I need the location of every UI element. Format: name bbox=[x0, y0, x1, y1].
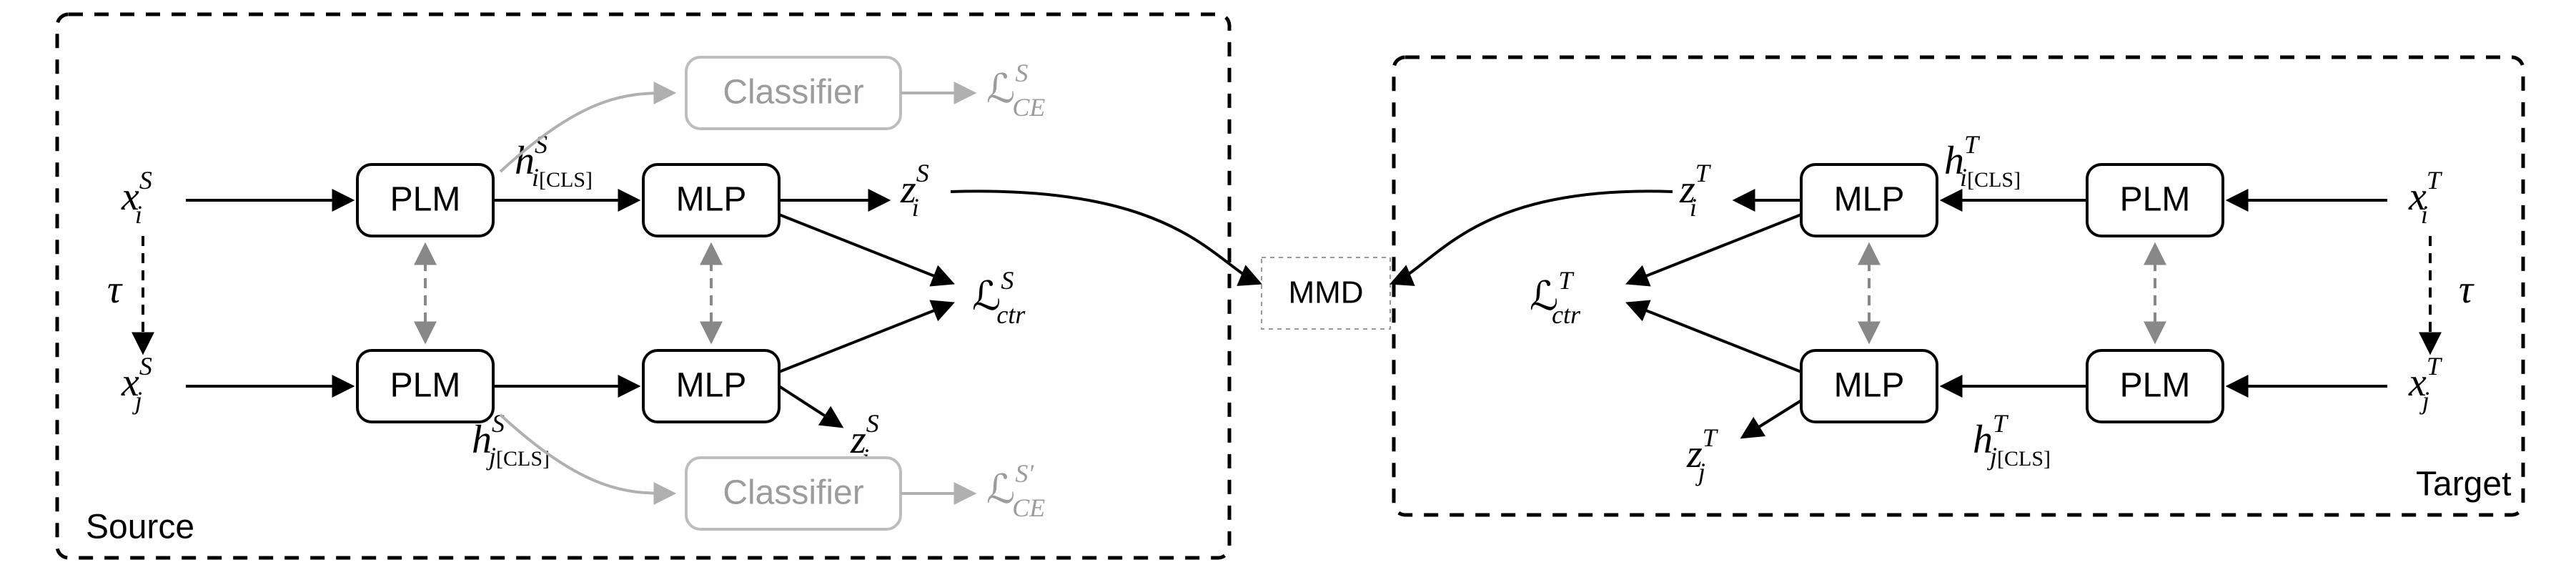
x-i-T: xTi bbox=[2408, 166, 2443, 229]
tgt-to-ctr-top bbox=[1630, 215, 1801, 282]
L-ctr-S: ℒSctr bbox=[972, 266, 1026, 329]
source-label: Source bbox=[86, 508, 194, 546]
diagram-svg: Source Target xSi τ xSj PLM PLM hSi[CLS]… bbox=[0, 0, 2576, 575]
classifier-bot-label: Classifier bbox=[723, 474, 863, 512]
tgt-z-to-mmd bbox=[1394, 191, 1673, 282]
src-to-ctr-top bbox=[779, 215, 951, 282]
L-CE-Sp: ℒS′CE bbox=[986, 459, 1045, 522]
plm-top-src-label: PLM bbox=[390, 181, 461, 219]
mlp-top-src-label: MLP bbox=[676, 181, 747, 219]
src-to-ctr-bot bbox=[779, 304, 951, 372]
src-mlp-j-out bbox=[779, 386, 840, 426]
mlp-bot-tgt-label: MLP bbox=[1834, 367, 1905, 405]
x-i-S: xSi bbox=[121, 166, 152, 229]
plm-top-tgt-label: PLM bbox=[2120, 181, 2191, 219]
tau-source: τ bbox=[107, 267, 123, 312]
z-i-S: zSi bbox=[900, 159, 929, 222]
x-j-T: xTj bbox=[2408, 352, 2443, 415]
L-CE-S: ℒSCE bbox=[986, 59, 1045, 122]
h-i-cls-S: hSi[CLS] bbox=[515, 130, 593, 192]
classifier-top-label: Classifier bbox=[723, 74, 863, 112]
h-j-cls-S: hSj[CLS] bbox=[472, 409, 550, 471]
src-z-to-mmd bbox=[951, 191, 1258, 282]
h-j-cls-T: hTj[CLS] bbox=[1973, 409, 2051, 471]
L-ctr-T: ℒTctr bbox=[1530, 266, 1581, 329]
diagram-root: Source Target xSi τ xSj PLM PLM hSi[CLS]… bbox=[0, 0, 2576, 575]
tgt-mlp-j-out bbox=[1744, 400, 1801, 436]
tgt-to-ctr-bot bbox=[1630, 304, 1801, 372]
h-i-cls-T: hTi[CLS] bbox=[1944, 130, 2021, 192]
plm-bot-src-label: PLM bbox=[390, 367, 461, 405]
source-panel bbox=[57, 14, 1229, 558]
target-label: Target bbox=[2416, 466, 2511, 503]
mlp-bot-src-label: MLP bbox=[676, 367, 747, 405]
mmd-label: MMD bbox=[1288, 275, 1363, 310]
x-j-S: xSj bbox=[121, 352, 152, 415]
tau-target: τ bbox=[2459, 267, 2475, 312]
z-i-T: zTi bbox=[1679, 159, 1712, 222]
mlp-top-tgt-label: MLP bbox=[1834, 181, 1905, 219]
z-j-T: zTj bbox=[1686, 423, 1719, 486]
plm-bot-tgt-label: PLM bbox=[2120, 367, 2191, 405]
